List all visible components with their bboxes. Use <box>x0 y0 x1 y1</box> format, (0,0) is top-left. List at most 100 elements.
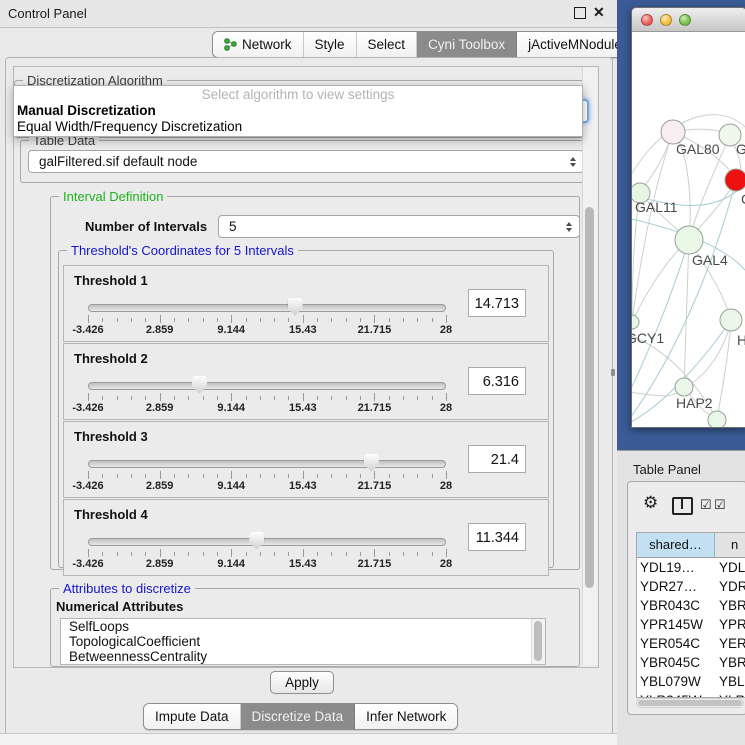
table-row[interactable]: YDL19…YDL1 <box>637 558 745 577</box>
cell-shared-name: YBR043C <box>637 596 715 615</box>
threshold-label: Threshold 1 <box>74 273 148 288</box>
network-node-label: H <box>737 332 745 348</box>
numerical-attributes-label: Numerical Attributes <box>56 599 183 614</box>
table-data-combobox[interactable]: galFiltered.sif default node <box>28 150 584 173</box>
network-node-label: GAL4 <box>692 252 728 268</box>
slider-handle[interactable] <box>364 454 379 472</box>
table-header: shared… n <box>637 533 745 558</box>
tab-discretize-data[interactable]: Discretize Data <box>241 704 356 729</box>
table-row[interactable]: YER054CYER0 <box>637 634 745 653</box>
table-horizontal-scrollbar[interactable] <box>636 698 744 708</box>
table-panel-box: ⚙ ☑ ☑ shared… n YDL19…YDL1YDR27…YDR2YBR0… <box>627 481 745 715</box>
column-header-name[interactable]: n <box>715 533 745 557</box>
apply-button[interactable]: Apply <box>270 671 334 694</box>
dropdown-option-equal-width[interactable]: Equal Width/Frequency Discretization <box>14 119 582 135</box>
combo-arrows-icon <box>566 222 572 232</box>
table-row[interactable]: YPR145WYPR1 <box>637 615 745 634</box>
table-row[interactable]: YLR345WYLR3 <box>637 691 745 697</box>
threshold-value-field[interactable]: 6.316 <box>468 367 526 395</box>
threshold-slider[interactable] <box>88 381 446 391</box>
traffic-light-zoom[interactable] <box>679 14 691 26</box>
threshold-label: Threshold 2 <box>74 351 148 366</box>
slider-track[interactable] <box>88 304 446 312</box>
network-window-titlebar[interactable] <box>632 8 745 32</box>
tab-infer-network[interactable]: Infer Network <box>355 704 457 729</box>
slider-track[interactable] <box>88 382 446 390</box>
tab-style[interactable]: Style <box>304 32 357 57</box>
cell-name: YDL1 <box>715 558 745 577</box>
dropdown-option-manual[interactable]: Manual Discretization <box>14 103 582 119</box>
network-node[interactable] <box>725 169 745 191</box>
panel-resize-handle[interactable] <box>611 369 615 376</box>
control-panel-tabbar: Network Style Select Cyni Toolbox jActiv… <box>212 31 641 58</box>
slider-track[interactable] <box>88 460 446 468</box>
network-canvas[interactable]: GAL80GACGAL11GAL4GCY1HHAP2 <box>632 32 745 427</box>
slider-ticks <box>88 549 446 558</box>
network-node-label: GAL11 <box>635 199 678 215</box>
float-panel-icon[interactable] <box>574 7 586 19</box>
tab-impute-data[interactable]: Impute Data <box>144 704 241 729</box>
traffic-lights <box>641 14 691 26</box>
threshold-value-field[interactable]: 21.4 <box>468 445 526 473</box>
threshold-value-field[interactable]: 11.344 <box>468 523 526 551</box>
traffic-light-minimize[interactable] <box>660 14 672 26</box>
slider-tick-labels: -3.4262.8599.14415.4321.71528 <box>88 324 446 337</box>
table-body: YDL19…YDL1YDR27…YDR2YBR043CYBR0YPR145WYP… <box>637 558 745 697</box>
number-of-intervals-label: Number of Intervals <box>85 219 207 234</box>
threshold-slider[interactable] <box>88 459 446 469</box>
cell-shared-name: YBR045C <box>637 653 715 672</box>
slider-track[interactable] <box>88 538 446 546</box>
cell-shared-name: YPR145W <box>637 615 715 634</box>
network-node[interactable] <box>675 226 703 254</box>
list-item[interactable]: BetweennessCentrality <box>61 649 545 664</box>
slider-handle[interactable] <box>192 376 207 394</box>
checkbox-icon[interactable]: ☑ <box>700 498 712 511</box>
network-node-label: HAP2 <box>676 395 713 411</box>
attributes-group-title: Attributes to discretize <box>59 581 195 596</box>
threshold-value-field[interactable]: 14.713 <box>468 289 526 317</box>
dropdown-placeholder: Select algorithm to view settings <box>14 87 582 103</box>
network-node[interactable] <box>632 315 639 329</box>
number-of-intervals-combobox[interactable]: 5 <box>218 215 580 238</box>
table-row[interactable]: YBL079WYBL0 <box>637 672 745 691</box>
attributes-scrollbar[interactable] <box>531 619 545 664</box>
cyni-bottom-tabbar: Impute Data Discretize Data Infer Networ… <box>143 703 458 730</box>
slider-handle[interactable] <box>249 532 264 550</box>
table-row[interactable]: YDR27…YDR2 <box>637 577 745 596</box>
table-hscrollbar-thumb[interactable] <box>638 700 742 706</box>
table-data-value: galFiltered.sif default node <box>39 154 197 169</box>
settings-scrollbar[interactable] <box>582 67 597 665</box>
slider-tick-labels: -3.4262.8599.14415.4321.71528 <box>88 480 446 493</box>
gear-icon[interactable]: ⚙ <box>643 494 658 511</box>
slider-handle[interactable] <box>288 298 303 316</box>
slider-tick-labels: -3.4262.8599.14415.4321.71528 <box>88 558 446 571</box>
threshold-slider[interactable] <box>88 537 446 547</box>
tab-network[interactable]: Network <box>213 32 304 57</box>
close-panel-icon[interactable]: ✕ <box>593 4 605 21</box>
algorithm-dropdown-popup: Select algorithm to view settings Manual… <box>13 85 583 137</box>
network-node[interactable] <box>675 378 693 396</box>
checkbox-icon[interactable]: ☑ <box>714 498 726 511</box>
list-item[interactable]: TopologicalCoefficient <box>61 634 545 649</box>
network-node[interactable] <box>720 309 742 331</box>
threshold-slider[interactable] <box>88 303 446 313</box>
settings-scrollbar-thumb[interactable] <box>585 207 594 588</box>
network-node-label: GAL80 <box>676 141 720 157</box>
column-header-shared-name[interactable]: shared… <box>637 533 715 557</box>
tab-cyni-toolbox[interactable]: Cyni Toolbox <box>417 32 517 57</box>
attributes-scrollbar-thumb[interactable] <box>534 621 542 661</box>
table-row[interactable]: YBR043CYBR0 <box>637 596 745 615</box>
interval-definition-title: Interval Definition <box>59 189 167 204</box>
table-row[interactable]: YBR045CYBR0 <box>637 653 745 672</box>
split-columns-icon[interactable] <box>672 497 693 515</box>
list-item[interactable]: SelfLoops <box>61 619 545 634</box>
status-strip <box>0 734 617 745</box>
threshold-list: Threshold 1 -3.4262.8599.14415.4321.71528… <box>63 265 549 577</box>
network-node-label: GCY1 <box>632 330 664 346</box>
tab-select[interactable]: Select <box>357 32 418 57</box>
cell-shared-name: YBL079W <box>637 672 715 691</box>
number-of-intervals-value: 5 <box>229 219 237 234</box>
network-svg: GAL80GACGAL11GAL4GCY1HHAP2 <box>632 32 745 427</box>
network-node[interactable] <box>708 411 726 427</box>
traffic-light-close[interactable] <box>641 14 653 26</box>
